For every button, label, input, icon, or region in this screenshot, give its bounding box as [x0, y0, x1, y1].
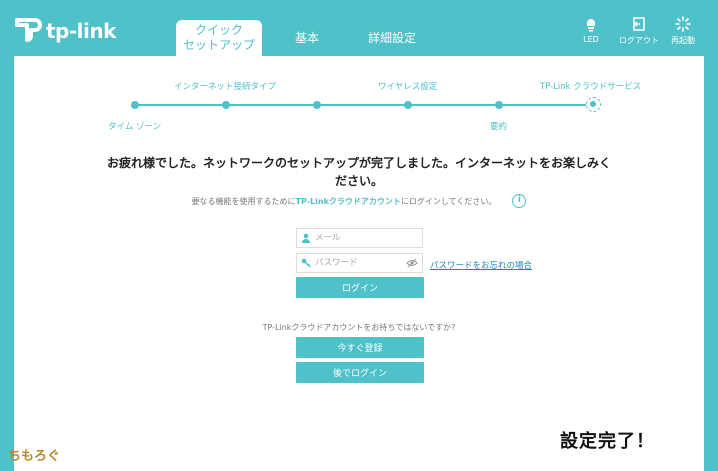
register-now-button[interactable]: 今すぐ登録	[296, 337, 424, 358]
logout-label: ログアウト	[619, 36, 659, 45]
main-panel: タイム ゾーン インターネット接続タイプ ワイヤレス設定 要約 TP-Link …	[14, 56, 704, 471]
tab-quick-setup-line1: クイック	[194, 23, 243, 37]
step-dot-connection-type	[222, 101, 230, 109]
step-dot-wireless	[404, 101, 412, 109]
caption: 設定完了！	[560, 431, 655, 452]
user-icon	[302, 233, 310, 243]
reboot-label: 再起動	[671, 36, 695, 45]
watermark: ちもろぐ	[8, 449, 61, 464]
logout-icon	[633, 17, 645, 31]
step-dot-timezone	[131, 101, 139, 109]
completion-message-line1: お疲れ様でした。ネットワークのセットアップが完了しました。インターネットをお楽し…	[106, 156, 611, 170]
stepper-line	[135, 104, 592, 106]
tab-basic[interactable]: 基本	[287, 20, 327, 56]
key-icon	[301, 258, 311, 268]
step-current-cloud	[586, 97, 601, 112]
step-label-summary: 要約	[490, 122, 508, 132]
login-hint: 要なる機能を使用するためにTP-Linkクラウドアカウントにログインしてください…	[14, 194, 704, 208]
bulb-icon	[587, 19, 595, 32]
brand-name: tp-link	[46, 19, 116, 43]
reboot-icon	[675, 16, 691, 32]
login-button[interactable]: ログイン	[296, 277, 424, 298]
step-label-timezone: タイム ゾーン	[108, 122, 162, 132]
logout-button[interactable]: ログアウト	[618, 16, 660, 46]
forgot-password-link[interactable]: パスワードをお忘れの場合	[430, 259, 532, 271]
completion-message-line2: ださい。	[334, 174, 383, 188]
hint-post: にログインしてください。	[400, 196, 497, 206]
step-dot-3	[313, 101, 321, 109]
hint-pre: 要なる機能を使用するために	[191, 196, 296, 206]
email-input[interactable]	[315, 233, 400, 243]
step-label-cloud: TP-Link クラウドサービス	[540, 82, 642, 92]
email-field[interactable]	[296, 228, 423, 248]
eye-hidden-icon[interactable]	[406, 258, 418, 268]
tp-link-logo: tp-link	[12, 16, 116, 46]
info-icon[interactable]: i	[512, 194, 527, 208]
no-account-prompt: TP-Linkクラウドアカウントをお持ちではないですか?	[262, 323, 456, 332]
step-label-wireless: ワイヤレス設定	[378, 82, 438, 92]
step-dot-summary	[495, 101, 503, 109]
tp-link-logo-icon	[15, 18, 42, 42]
step-label-connection-type: インターネット接続タイプ	[174, 82, 277, 92]
tab-quick-setup[interactable]: クイック セットアップ	[176, 20, 262, 56]
login-later-button[interactable]: 後でログイン	[296, 362, 424, 383]
led-label: LED	[583, 35, 599, 44]
tab-quick-setup-line2: セットアップ	[182, 38, 255, 52]
password-field[interactable]	[296, 253, 423, 273]
password-input[interactable]	[315, 258, 400, 268]
led-button[interactable]: LED	[580, 16, 602, 44]
completion-message: お疲れ様でした。ネットワークのセットアップが完了しました。インターネットをお楽し…	[14, 154, 704, 190]
tab-advanced[interactable]: 詳細設定	[362, 20, 422, 56]
hint-brand: TP-Linkクラウドアカウント	[295, 196, 401, 206]
reboot-button[interactable]: 再起動	[668, 16, 698, 46]
